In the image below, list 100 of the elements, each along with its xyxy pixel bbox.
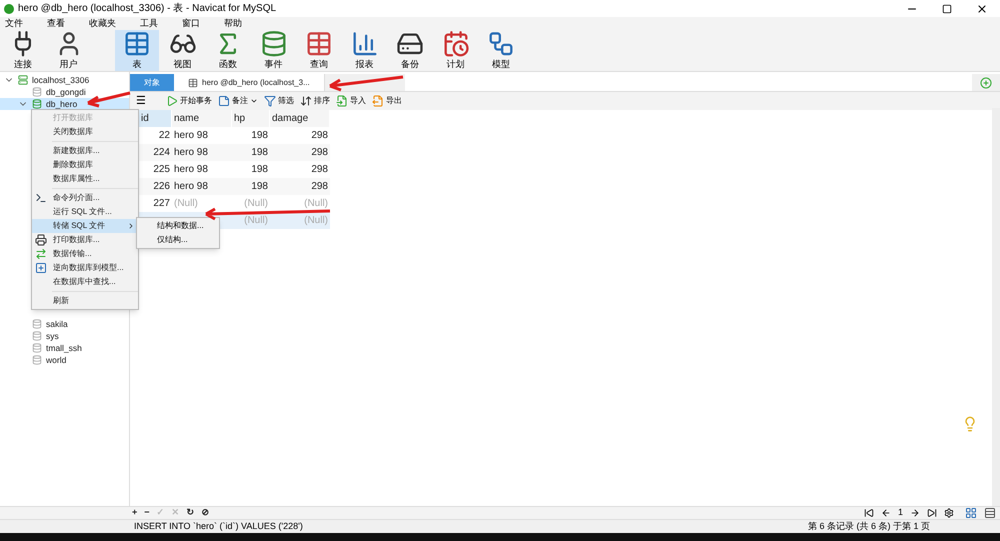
table-icon (123, 30, 151, 58)
model-icon (35, 262, 47, 274)
table-cell: 226 (153, 181, 170, 192)
toolbar-button[interactable]: 用户 (46, 30, 90, 71)
tree-item[interactable]: db_gongdi (0, 86, 129, 98)
close-icon[interactable] (976, 2, 988, 14)
window-title: hero @db_hero (localhost_3306) - 表 - Navicat for MySQL (18, 2, 276, 16)
menu-item[interactable]: 逆向数据库到模型... (32, 261, 138, 275)
toolbar-button[interactable]: 连接 (1, 30, 45, 71)
next-page-icon[interactable] (910, 508, 920, 518)
table-cell: hero 98 (174, 130, 208, 141)
menu-item[interactable]: 新建数据库... (32, 144, 138, 158)
toolbar-button[interactable]: 查询 (297, 30, 341, 71)
export-icon (372, 95, 384, 107)
last-page-icon[interactable] (927, 508, 937, 518)
toolbar-button[interactable]: − (144, 506, 150, 520)
table-cell: 225 (153, 164, 170, 175)
toolbar-button[interactable]: 开始事务 (166, 95, 212, 107)
table-cell: 198 (251, 130, 268, 141)
menu-item[interactable]: 命令列介面... (32, 191, 138, 205)
menu-item[interactable]: 打印数据库... (32, 233, 138, 247)
play-icon (166, 95, 178, 107)
toolbar-button[interactable]: 模型 (479, 30, 523, 71)
table-cell: hero 98 (174, 147, 208, 158)
caret-icon (250, 97, 258, 105)
annotation-arrow (86, 92, 132, 108)
table-cell: (Null) (304, 215, 328, 226)
record-status: 第 6 条记录 (共 6 条) 于第 1 页 (808, 520, 930, 533)
toolbar-button[interactable]: 函数 (206, 30, 250, 71)
settings-icon[interactable] (944, 508, 954, 518)
console-icon (35, 192, 47, 204)
table-cell: 298 (311, 181, 328, 192)
column-header[interactable]: damage (270, 110, 330, 127)
menu-item[interactable]: 刷新 (32, 294, 138, 308)
toolbar-button[interactable]: 事件 (252, 30, 296, 71)
tab[interactable]: hero @db_hero (localhost_3... (174, 74, 325, 91)
grid-view-icon[interactable] (965, 507, 977, 519)
add-connection-icon[interactable] (980, 76, 992, 88)
tree-item[interactable]: world (0, 354, 129, 366)
menu-item[interactable]: 文件 (0, 16, 28, 30)
toolbar-button[interactable]: ⊘ (202, 506, 210, 520)
toolbar-button[interactable]: 备注 (218, 95, 258, 107)
page-number: 1 (898, 506, 903, 520)
table-cell: (Null) (244, 215, 268, 226)
column-header[interactable]: hp (232, 110, 270, 127)
maximize-icon[interactable] (942, 4, 952, 14)
column-header[interactable]: id (139, 110, 172, 127)
form-view-icon[interactable] (984, 507, 996, 519)
toolbar-button[interactable]: 筛选 (264, 95, 294, 107)
menu-item[interactable]: 查看 (42, 16, 70, 30)
menu-button[interactable]: ☰ (136, 92, 146, 110)
toolbar-button[interactable]: 报表 (342, 30, 386, 71)
table-cell: 298 (311, 164, 328, 175)
toolbar-button[interactable]: 排序 (300, 95, 330, 107)
menu-item[interactable]: 帮助 (219, 16, 247, 30)
menu-item[interactable]: 转储 SQL 文件 (32, 219, 138, 233)
report-icon (350, 30, 378, 58)
menu-item[interactable]: 工具 (135, 16, 163, 30)
table-icon (188, 78, 198, 88)
table-row[interactable]: 224 hero 98 198 298 (139, 144, 330, 161)
tree-item[interactable]: tmall_ssh (0, 342, 129, 354)
import-icon (336, 95, 348, 107)
menu-item[interactable]: 数据库属性... (32, 172, 138, 186)
previous-page-icon[interactable] (880, 508, 891, 518)
table-cell: hero 98 (174, 181, 208, 192)
toolbar-button[interactable]: 备份 (388, 30, 432, 71)
toolbar-button[interactable]: 导入 (336, 95, 366, 107)
table-cell: (Null) (304, 198, 328, 209)
filter-icon (264, 95, 276, 107)
menu-item[interactable]: 窗口 (177, 16, 205, 30)
menu-item[interactable]: 数据传输... (32, 247, 138, 261)
menu-item[interactable]: 删除数据库 (32, 158, 138, 172)
table-cell: 298 (311, 147, 328, 158)
calendar-icon (442, 30, 470, 58)
model-icon (487, 30, 515, 58)
table-cell: 224 (153, 147, 170, 158)
menu-item[interactable]: 关闭数据库 (32, 125, 138, 139)
toolbar-button[interactable]: 导出 (372, 95, 402, 107)
toolbar-button[interactable]: 计划 (434, 30, 478, 71)
menu-item[interactable]: 在数据库中查找... (32, 275, 138, 289)
app-logo-icon (4, 4, 14, 14)
toolbar-button[interactable]: ↻ (186, 506, 195, 520)
tree-item[interactable]: localhost_3306 (0, 74, 129, 86)
first-page-icon[interactable] (864, 508, 874, 518)
menu-item[interactable]: 运行 SQL 文件... (32, 205, 138, 219)
table-cell: hero 98 (174, 164, 208, 175)
menu-item[interactable]: 仅结构... (137, 233, 219, 247)
tree-item[interactable]: sakila (0, 318, 129, 330)
table-icon (305, 30, 333, 58)
tree-item[interactable]: sys (0, 330, 129, 342)
toolbar-button[interactable]: + (132, 506, 138, 520)
table-cell: 198 (251, 147, 268, 158)
toolbar-button[interactable]: 表 (115, 30, 159, 71)
table-cell: 227 (153, 198, 170, 209)
transfer-icon (35, 248, 47, 260)
column-header[interactable]: name (172, 110, 232, 127)
table-row[interactable]: 226 hero 98 198 298 (139, 178, 330, 195)
toolbar-button[interactable]: 视图 (160, 30, 204, 71)
menu-item[interactable]: 收藏夹 (84, 16, 121, 30)
table-cell: 198 (251, 164, 268, 175)
